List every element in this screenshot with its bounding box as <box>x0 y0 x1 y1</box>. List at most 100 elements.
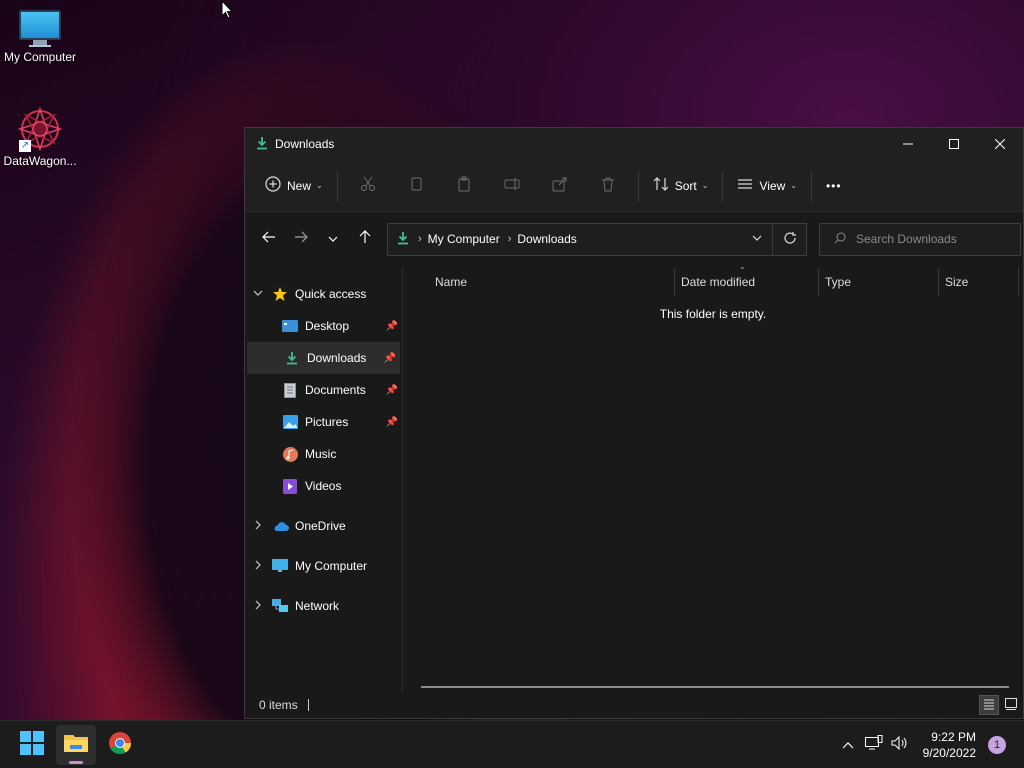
maximize-button[interactable] <box>931 128 977 160</box>
volume-button[interactable] <box>887 735 913 753</box>
large-icons-view-button[interactable] <box>1001 695 1021 715</box>
chevron-right-icon[interactable] <box>245 600 271 613</box>
column-label: Size <box>945 275 969 289</box>
share-button[interactable] <box>536 170 584 202</box>
close-button[interactable] <box>977 128 1023 160</box>
download-icon <box>283 350 301 366</box>
column-header-date-modified[interactable]: Date modified ⌄ <box>675 262 819 296</box>
shortcut-arrow-icon: ↗ <box>19 140 31 152</box>
desktop-icon-label: My Computer <box>3 50 77 64</box>
plus-circle-icon <box>265 176 281 195</box>
sort-indicator-icon: ⌄ <box>739 262 746 271</box>
new-label: New <box>287 178 312 193</box>
more-options-button[interactable]: ••• <box>818 170 850 202</box>
address-history-button[interactable] <box>742 233 772 246</box>
show-hidden-icons-button[interactable] <box>835 738 861 752</box>
copy-button[interactable] <box>392 170 440 202</box>
notification-badge[interactable]: 1 <box>988 735 1006 754</box>
horizontal-scrollbar[interactable] <box>421 686 1009 688</box>
sort-arrows-icon <box>653 176 669 195</box>
network-icon <box>271 598 289 614</box>
monitor-icon <box>19 10 61 48</box>
paste-button[interactable] <box>440 170 488 202</box>
network-status-button[interactable] <box>861 735 887 754</box>
back-button[interactable] <box>253 223 285 255</box>
forward-button[interactable] <box>285 223 317 255</box>
nav-label: Documents <box>305 383 366 397</box>
recent-locations-button[interactable] <box>317 223 349 255</box>
nav-quick-access[interactable]: Quick access <box>245 278 402 310</box>
delete-button[interactable] <box>584 170 632 202</box>
nav-item-music[interactable]: Music <box>245 438 402 470</box>
nav-item-videos[interactable]: Videos <box>245 470 402 502</box>
nav-label: Desktop <box>305 319 350 333</box>
details-view-button[interactable] <box>979 695 999 715</box>
column-header-size[interactable]: Size <box>939 268 1019 296</box>
more-icon: ••• <box>825 178 842 193</box>
pin-icon: 📌 <box>383 352 396 364</box>
minimize-button[interactable] <box>885 128 931 160</box>
column-header-type[interactable]: Type <box>819 268 939 296</box>
active-indicator <box>69 760 83 764</box>
chevron-right-icon[interactable] <box>245 520 271 533</box>
nav-label: My Computer <box>295 559 368 573</box>
nav-network[interactable]: Network <box>245 590 402 622</box>
large-icons-view-icon <box>1005 697 1017 713</box>
divider <box>810 170 812 201</box>
desktop-icon-datawagon[interactable]: ↗ DataWagon... <box>0 106 80 168</box>
chevron-right-icon[interactable] <box>245 560 271 573</box>
music-icon <box>281 446 299 462</box>
start-button[interactable] <box>12 725 52 765</box>
chevron-down-icon: ⌄ <box>790 181 797 190</box>
nav-onedrive[interactable]: OneDrive <box>245 510 402 542</box>
pin-icon: 📌 <box>385 320 398 332</box>
nav-my-computer[interactable]: My Computer <box>245 550 402 582</box>
desktop-folder-icon <box>281 318 299 334</box>
chevron-down-icon[interactable] <box>245 288 271 301</box>
up-button[interactable] <box>349 223 381 255</box>
divider <box>722 170 724 201</box>
column-label: Date modified <box>681 275 756 289</box>
nav-item-downloads[interactable]: Downloads 📌 <box>247 342 400 374</box>
column-headers: Name Date modified ⌄ Type Size <box>403 262 1023 296</box>
search-box[interactable]: Search Downloads <box>819 222 1021 256</box>
nav-item-desktop[interactable]: Desktop 📌 <box>245 310 402 342</box>
chevron-down-icon: ⌄ <box>701 181 709 190</box>
sort-button[interactable]: Sort ⌄ <box>645 170 717 202</box>
mouse-cursor-icon <box>221 0 234 23</box>
breadcrumb-my-computer[interactable]: My Computer <box>428 232 500 246</box>
taskbar-chrome[interactable] <box>100 725 140 765</box>
document-icon <box>281 382 299 398</box>
file-explorer-window: Downloads New ⌄ Sort ⌄ View ⌄ ••• › My C… <box>244 127 1024 719</box>
taskbar-file-explorer[interactable] <box>56 724 96 765</box>
file-list-area[interactable]: Name Date modified ⌄ Type Size This fold… <box>403 262 1023 692</box>
refresh-button[interactable] <box>772 223 806 255</box>
refresh-icon <box>783 231 797 248</box>
download-icon <box>396 231 410 248</box>
column-label: Name <box>435 275 468 289</box>
rename-button[interactable] <box>488 170 536 202</box>
clock[interactable]: 9:22 PM 9/20/2022 <box>923 729 976 761</box>
nav-item-documents[interactable]: Documents 📌 <box>245 374 402 406</box>
column-header-name[interactable]: Name <box>403 268 675 296</box>
nav-item-pictures[interactable]: Pictures 📌 <box>245 406 402 438</box>
desktop-icon-my-computer[interactable]: My Computer <box>0 10 80 64</box>
navigation-pane: Quick access Desktop 📌 Downloads 📌 Docum… <box>245 266 403 692</box>
cut-button[interactable] <box>344 170 392 202</box>
chrome-icon <box>108 731 132 758</box>
chevron-down-icon <box>328 231 338 248</box>
address-bar[interactable]: › My Computer › Downloads <box>387 222 807 256</box>
copy-icon <box>408 176 424 195</box>
arrow-right-icon <box>294 230 308 248</box>
breadcrumb-downloads[interactable]: Downloads <box>517 232 576 246</box>
search-placeholder: Search Downloads <box>856 232 957 246</box>
divider <box>637 170 639 201</box>
chevron-up-icon <box>842 738 854 752</box>
new-button[interactable]: New ⌄ <box>257 170 331 202</box>
window-title: Downloads <box>275 137 335 151</box>
title-bar[interactable]: Downloads <box>245 128 1023 160</box>
folder-icon <box>64 732 88 757</box>
view-button[interactable]: View ⌄ <box>729 170 805 202</box>
column-label: Type <box>825 275 852 289</box>
videos-icon <box>281 478 299 494</box>
